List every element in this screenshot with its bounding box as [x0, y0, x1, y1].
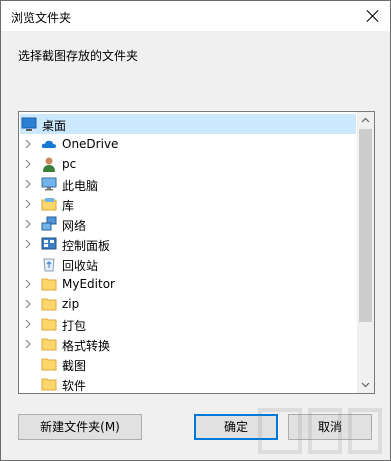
desktop-icon: [21, 116, 37, 132]
recycle-bin-icon: [41, 256, 57, 272]
folder-icon: [41, 356, 57, 372]
title-bar[interactable]: 浏览文件夹: [1, 1, 390, 31]
chevron-right-icon[interactable]: [25, 200, 32, 208]
folder-tree[interactable]: 桌面 OneDrive pc 此电脑 库 网络 控制面板 回收站 MyEdito…: [18, 111, 375, 394]
browse-folder-dialog: 浏览文件夹 选择截图存放的文件夹 桌面 OneDrive pc 此电脑 库 网络…: [0, 0, 391, 461]
chevron-right-icon[interactable]: [25, 220, 32, 228]
chevron-right-icon[interactable]: [25, 240, 32, 248]
tree-item-recycle-bin[interactable]: 回收站: [20, 254, 356, 274]
folder-icon: [41, 296, 57, 312]
tree-item-label: OneDrive: [62, 137, 119, 151]
tree-item-format-conversion[interactable]: 格式转换: [20, 334, 356, 354]
tree-item-label: 控制面板: [62, 239, 111, 253]
user-icon: [41, 156, 57, 172]
chevron-right-icon[interactable]: [25, 180, 32, 188]
close-icon[interactable]: [364, 7, 382, 25]
tree-item-onedrive[interactable]: OneDrive: [20, 134, 356, 154]
tree-item-label: 此电脑: [62, 179, 99, 193]
vertical-scrollbar[interactable]: [357, 112, 374, 393]
tree-item-label: 格式转换: [62, 339, 111, 353]
tree-item-zip[interactable]: zip: [20, 294, 356, 314]
tree-item-myeditor[interactable]: MyEditor: [20, 274, 356, 294]
tree-item-screenshots[interactable]: 截图: [20, 354, 356, 374]
folder-icon: [41, 316, 57, 332]
tree-item-label: 软件: [62, 379, 87, 393]
chevron-right-icon[interactable]: [25, 160, 32, 168]
tree-item-label: 桌面: [42, 119, 67, 133]
tree-item-control-panel[interactable]: 控制面板: [20, 234, 356, 254]
tree-item-software[interactable]: 软件: [20, 374, 356, 393]
chevron-right-icon[interactable]: [25, 320, 32, 328]
tree-item-label: 回收站: [62, 259, 99, 273]
tree-item-label: zip: [62, 297, 80, 311]
tree-item-this-pc[interactable]: 此电脑: [20, 174, 356, 194]
control-panel-icon: [41, 236, 57, 252]
scrollbar-thumb[interactable]: [359, 129, 372, 322]
folder-icon: [41, 376, 57, 392]
tree-item-label: 网络: [62, 219, 87, 233]
tree-item-libraries[interactable]: 库: [20, 194, 356, 214]
library-icon: [41, 196, 57, 212]
cancel-button[interactable]: 取消: [288, 414, 372, 440]
ok-button[interactable]: 确定: [194, 414, 278, 440]
tree-item-label: pc: [62, 157, 77, 171]
folder-icon: [41, 336, 57, 352]
chevron-right-icon[interactable]: [25, 300, 32, 308]
chevron-right-icon[interactable]: [25, 280, 32, 288]
network-icon: [41, 216, 57, 232]
scroll-up-arrow-icon[interactable]: [357, 112, 374, 129]
tree-item-package[interactable]: 打包: [20, 314, 356, 334]
tree-item-pc-user[interactable]: pc: [20, 154, 356, 174]
tree-item-network[interactable]: 网络: [20, 214, 356, 234]
dialog-prompt: 选择截图存放的文件夹: [18, 49, 139, 63]
chevron-right-icon[interactable]: [25, 140, 32, 148]
chevron-right-icon[interactable]: [25, 340, 32, 348]
new-folder-button[interactable]: 新建文件夹(M): [18, 414, 142, 440]
tree-item-label: 打包: [62, 319, 87, 333]
computer-icon: [41, 176, 57, 192]
tree-item-label: MyEditor: [62, 277, 115, 291]
window-title: 浏览文件夹: [11, 11, 72, 25]
cloud-icon: [41, 136, 57, 152]
scroll-down-arrow-icon[interactable]: [357, 376, 374, 393]
tree-item-label: 截图: [62, 359, 87, 373]
tree-item-label: 库: [62, 199, 75, 213]
tree-item-desktop[interactable]: 桌面: [20, 114, 356, 134]
folder-icon: [41, 276, 57, 292]
